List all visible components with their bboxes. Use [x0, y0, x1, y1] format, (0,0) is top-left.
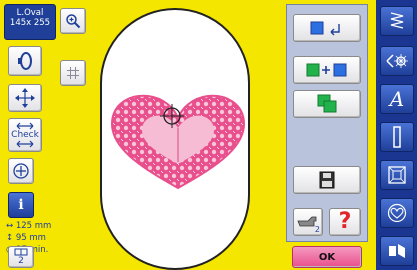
center-button[interactable] — [8, 158, 34, 184]
ok-label: OK — [318, 251, 336, 263]
alphabet-icon: A — [389, 87, 405, 111]
embroidery-button[interactable] — [380, 46, 414, 76]
quilt-button[interactable] — [380, 160, 414, 190]
info-button[interactable]: i — [8, 192, 34, 218]
move-icon — [15, 88, 35, 108]
buttonhole-icon — [393, 126, 401, 148]
alphabet-button[interactable]: A — [380, 84, 414, 114]
hoop-select-icon — [18, 52, 32, 70]
rotate-button[interactable] — [293, 14, 361, 42]
center-icon — [13, 163, 29, 179]
height-info: ↕ 95 mm — [6, 233, 46, 243]
width-info: ↔ 125 mm — [6, 221, 52, 231]
multi-function-button[interactable]: 2 — [8, 246, 34, 268]
hoop-info-box[interactable]: L.Oval 145x 255 — [4, 4, 56, 40]
heart-design[interactable] — [106, 92, 250, 192]
save-button[interactable] — [293, 166, 361, 194]
check-button[interactable]: Check — [8, 118, 42, 152]
hoop-size: 145x 255 — [9, 18, 51, 28]
zoom-icon — [66, 14, 81, 29]
height-value: 95 mm — [15, 233, 46, 243]
multi-hand-count: 2 — [314, 225, 320, 234]
combine-icon — [306, 63, 347, 77]
check-arrows-bottom-icon — [16, 140, 34, 148]
buttonhole-button[interactable] — [380, 122, 414, 152]
personal-program-button[interactable] — [380, 236, 414, 266]
quilt-icon — [388, 166, 406, 184]
embroidery-icon — [386, 54, 408, 68]
hoop-name: L.Oval — [16, 8, 44, 18]
rotate-icon — [310, 21, 340, 36]
save-icon — [319, 171, 335, 189]
multi-function-count: 2 — [18, 256, 24, 266]
multi-function-icon — [14, 248, 28, 256]
heart-icon — [387, 203, 407, 223]
heart-menu-button[interactable] — [380, 198, 414, 228]
help-icon: ? — [338, 209, 352, 234]
layers-icon — [317, 94, 337, 113]
personal-program-icon — [389, 244, 405, 258]
ok-button[interactable]: OK — [292, 246, 362, 268]
zoom-button[interactable] — [60, 8, 86, 34]
layers-button[interactable] — [293, 90, 361, 118]
width-value: 125 mm — [15, 221, 52, 231]
stitch-pattern-button[interactable] — [380, 6, 414, 36]
check-arrows-icon — [16, 122, 34, 130]
grid-icon — [67, 67, 79, 79]
move-button[interactable] — [8, 84, 42, 112]
grid-button[interactable] — [60, 60, 86, 86]
combine-button[interactable] — [293, 56, 361, 84]
stitch-pattern-icon — [390, 12, 404, 29]
multi-hand-button[interactable]: 2 — [293, 208, 323, 236]
hoop-select-button[interactable] — [8, 46, 42, 76]
check-label: Check — [11, 130, 39, 140]
help-button[interactable]: ? — [329, 208, 361, 236]
info-icon: i — [18, 197, 24, 213]
